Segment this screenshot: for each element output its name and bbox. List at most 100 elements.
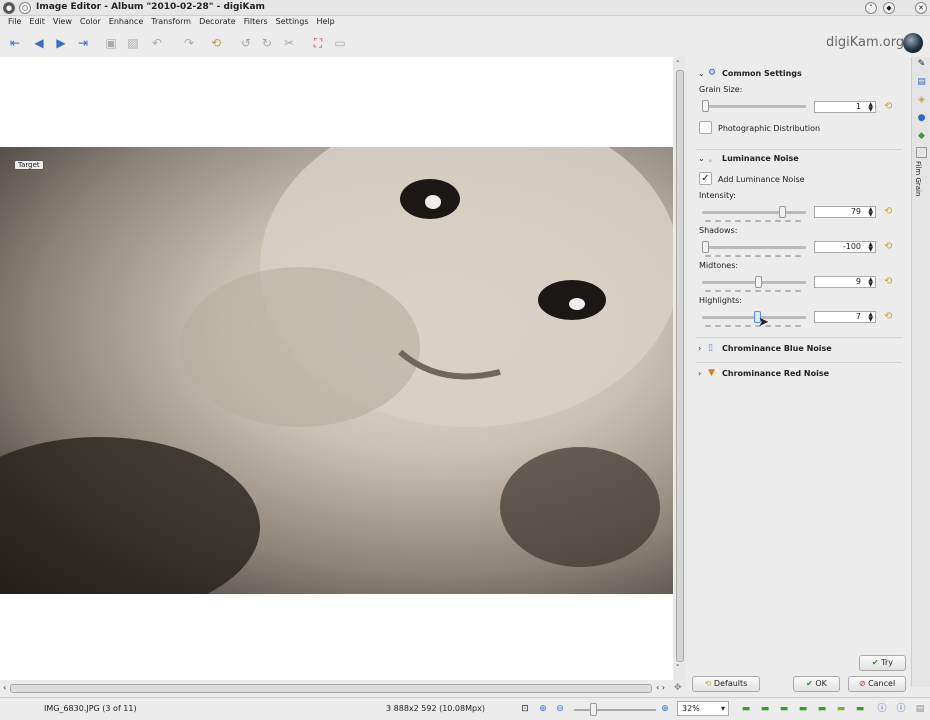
preview-photo[interactable] (0, 147, 673, 594)
zoom-select[interactable]: 32% ▾ (677, 701, 729, 716)
expand-arrow-icon[interactable]: › (698, 344, 701, 353)
menu-filters[interactable]: Filters (240, 16, 272, 27)
properties-icon[interactable]: ▤ (916, 77, 927, 88)
zoom-slider-knob[interactable] (590, 703, 597, 716)
midtones-knob[interactable] (755, 276, 762, 288)
grain-size-input[interactable]: 1 ▲ ▼ (814, 101, 876, 113)
menu-help[interactable]: Help (312, 16, 338, 27)
preview-compare-icon[interactable]: ▬ (854, 703, 866, 715)
menu-edit[interactable]: Edit (25, 16, 49, 27)
underexposure-icon[interactable]: ▬ (740, 703, 752, 715)
last-image-icon[interactable]: ⇥ (74, 34, 92, 52)
photographic-distribution-checkbox[interactable] (699, 121, 712, 134)
maximize-icon[interactable]: ◆ (883, 2, 895, 14)
red-drop-icon: ▼ (708, 368, 715, 378)
rotate-left-icon[interactable]: ↺ (237, 34, 255, 52)
section-title-chroma-red[interactable]: Chrominance Red Noise (722, 369, 829, 378)
intensity-slider[interactable] (702, 206, 806, 218)
midtones-slider[interactable] (702, 276, 806, 288)
zoom-in-icon[interactable]: ⊕ (537, 703, 549, 715)
settings-small-icon[interactable]: ▤ (914, 703, 926, 715)
info-icon[interactable]: ⓘ (876, 703, 888, 715)
scroll-right-icon[interactable]: ‹ › (656, 683, 665, 692)
film-grain-tab[interactable]: Film Grain (914, 161, 922, 196)
menu-enhance[interactable]: Enhance (105, 16, 148, 27)
redo-icon[interactable]: ↷ (180, 34, 198, 52)
sticky-icon[interactable]: ○ (19, 2, 31, 14)
preview-split-icon[interactable]: ▬ (835, 703, 847, 715)
shadows-knob[interactable] (702, 241, 709, 253)
ok-button[interactable]: ✔ OK (793, 676, 840, 692)
reset-highlights-icon[interactable]: ⟲ (884, 311, 892, 322)
preview-target-icon[interactable]: ▬ (816, 703, 828, 715)
zoom-slider[interactable] (574, 709, 656, 711)
intensity-ticks (703, 220, 805, 222)
overexposure-icon[interactable]: ▬ (759, 703, 771, 715)
menu-transform[interactable]: Transform (147, 16, 195, 27)
previous-image-icon[interactable]: ◀ (30, 34, 48, 52)
globe-icon[interactable]: ● (916, 113, 927, 124)
reset-shadows-icon[interactable]: ⟲ (884, 241, 892, 252)
menu-color[interactable]: Color (76, 16, 105, 27)
intensity-knob[interactable] (779, 206, 786, 218)
reset-intensity-icon[interactable]: ⟲ (884, 206, 892, 217)
help-icon[interactable]: ⓘ (895, 703, 907, 715)
section-title-chroma-blue[interactable]: Chrominance Blue Noise (722, 344, 832, 353)
section-divider (696, 149, 902, 150)
app-menu-icon[interactable]: ● (3, 2, 15, 14)
menu-settings[interactable]: Settings (272, 16, 313, 27)
tags-icon[interactable]: ◈ (916, 95, 927, 106)
rotate-right-icon[interactable]: ↻ (258, 34, 276, 52)
preview-original-icon[interactable]: ▬ (797, 703, 809, 715)
save-as-icon[interactable]: ▨ (124, 34, 142, 52)
colors-icon[interactable]: ◆ (916, 131, 927, 142)
color-managed-icon[interactable]: ▬ (778, 703, 790, 715)
close-icon[interactable]: ✕ (915, 2, 927, 14)
next-image-icon[interactable]: ▶ (52, 34, 70, 52)
grain-size-knob[interactable] (702, 100, 709, 112)
add-luminance-noise-checkbox[interactable]: ✓ (699, 172, 712, 185)
slideshow-icon[interactable]: ▭ (331, 34, 349, 52)
section-title-common[interactable]: Common Settings (722, 69, 802, 78)
menu-view[interactable]: View (49, 16, 76, 27)
scroll-left-icon[interactable]: ‹ (3, 683, 6, 692)
edit-tool-icon[interactable]: ✎ (916, 59, 927, 70)
midtones-input[interactable]: 9 ▲ ▼ (814, 276, 876, 288)
luminance-icon: ˳ (708, 153, 713, 163)
try-button[interactable]: ✔ Try (859, 655, 906, 671)
highlights-slider[interactable] (702, 311, 806, 323)
menu-file[interactable]: File (0, 16, 25, 27)
horizontal-scroll-thumb[interactable] (10, 684, 652, 693)
save-icon[interactable]: ▣ (102, 34, 120, 52)
grain-size-slider[interactable] (702, 100, 806, 112)
reset-grain-icon[interactable]: ⟲ (884, 101, 892, 112)
collapse-arrow-icon[interactable]: ⌄ (698, 154, 705, 163)
shadows-label: Shadows: (699, 226, 738, 235)
menu-decorate[interactable]: Decorate (195, 16, 240, 27)
crop-icon[interactable]: ✂ (280, 34, 298, 52)
minimize-icon[interactable]: ˄ (865, 2, 877, 14)
zoom-fit-icon[interactable]: ⊡ (519, 703, 531, 715)
revert-icon[interactable]: ⟲ (207, 34, 225, 52)
shadows-slider[interactable] (702, 241, 806, 253)
expand-arrow-icon[interactable]: › (698, 369, 701, 378)
highlights-label: Highlights: (699, 296, 742, 305)
zoom-out-icon[interactable]: ⊖ (554, 703, 566, 715)
reset-midtones-icon[interactable]: ⟲ (884, 276, 892, 287)
navigate-icon[interactable]: ✥ (674, 683, 682, 693)
highlights-input[interactable]: 7 ▲ ▼ (814, 311, 876, 323)
shadows-input[interactable]: -100 ▲ ▼ (814, 241, 876, 253)
cancel-button[interactable]: ⊘ Cancel (848, 676, 906, 692)
zoom-in-small-icon[interactable]: ⊕ (659, 703, 671, 715)
intensity-input[interactable]: 79 ▲ ▼ (814, 206, 876, 218)
first-image-icon[interactable]: ⇤ (6, 34, 24, 52)
defaults-button[interactable]: ⟲ Defaults (692, 676, 760, 692)
collapse-arrow-icon[interactable]: ⌄ (698, 69, 705, 78)
fullscreen-icon[interactable]: ⛶ (309, 34, 327, 52)
scroll-down-icon[interactable]: ˅ (676, 664, 680, 672)
film-grain-tab-icon[interactable] (916, 147, 927, 158)
undo-icon[interactable]: ↶ (148, 34, 166, 52)
section-title-luminance[interactable]: Luminance Noise (722, 154, 799, 163)
vertical-scroll-thumb[interactable] (676, 70, 684, 662)
scroll-up-icon[interactable]: ˄ (676, 60, 680, 68)
